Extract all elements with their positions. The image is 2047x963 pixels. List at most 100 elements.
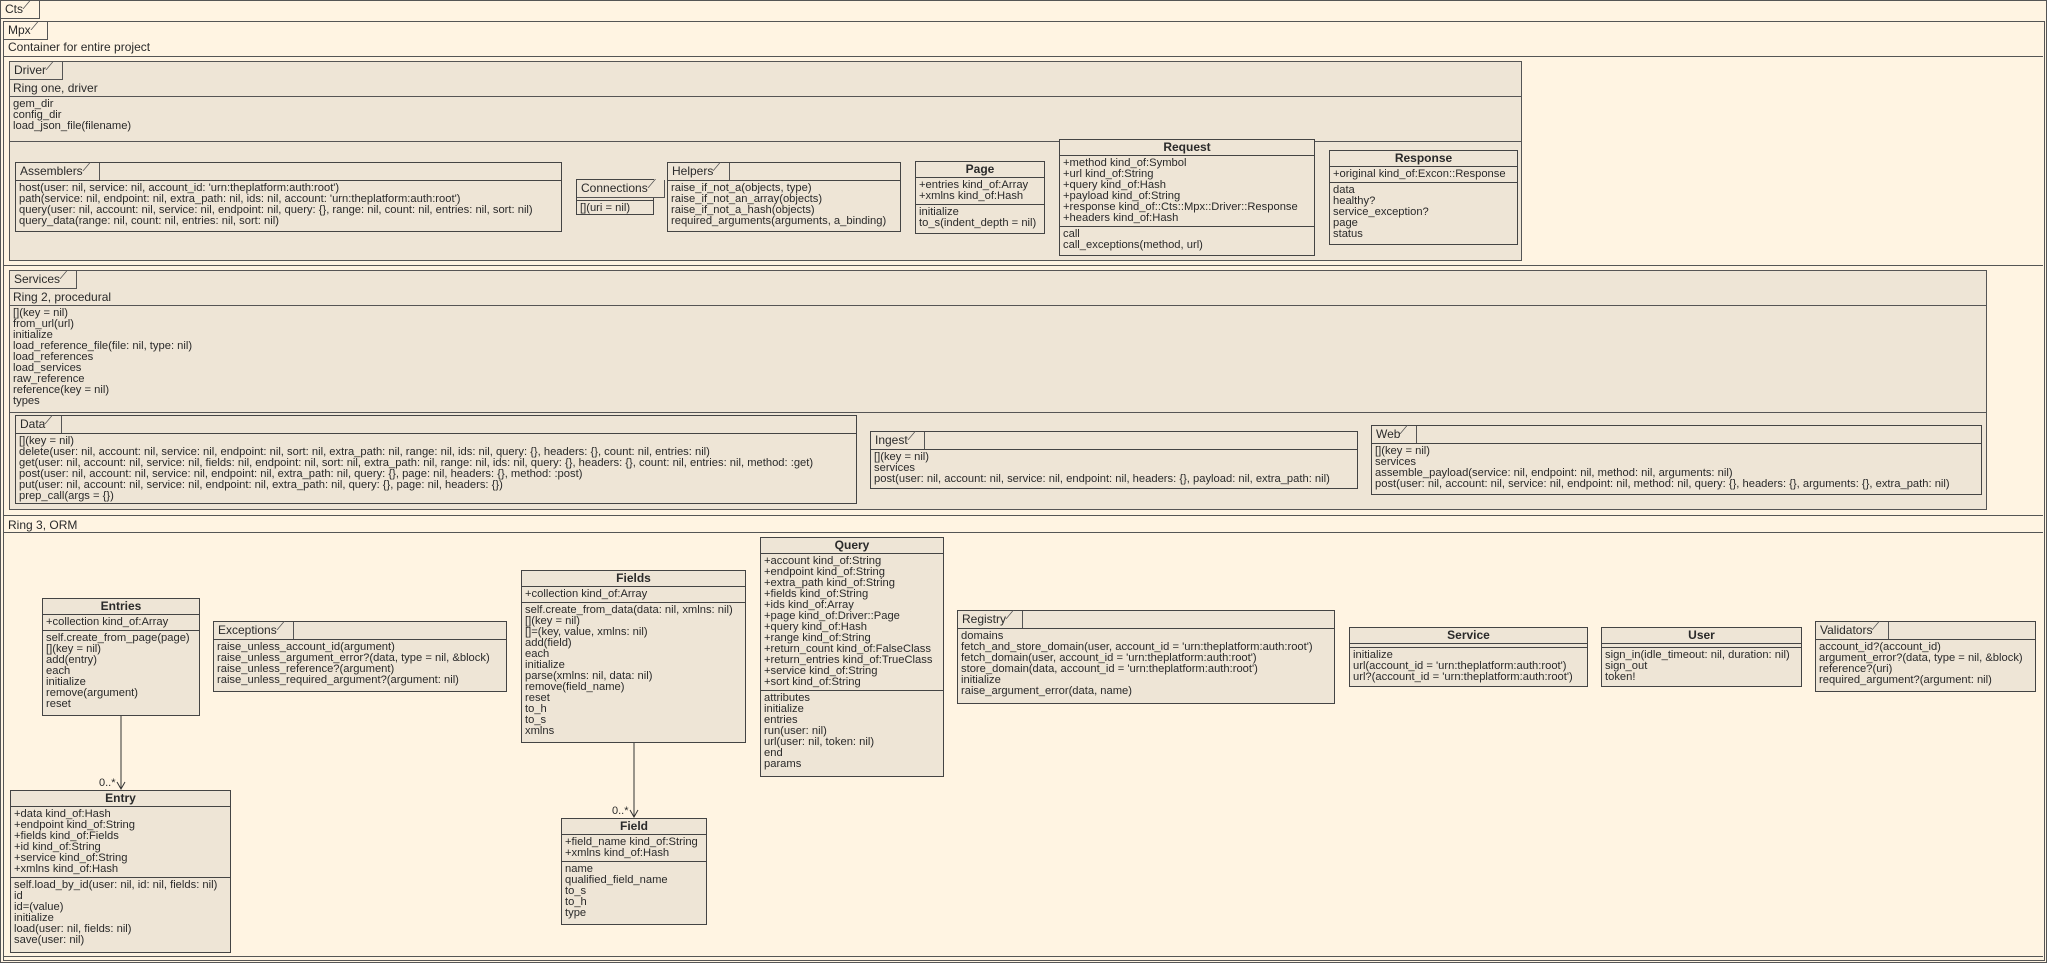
mpx-package-label: Mpx [4,22,48,40]
fields-method: to_h [525,703,547,715]
services-method: load_services [13,362,82,374]
registry-label: Registry [958,611,1024,629]
request-attribute: +headers kind_of:Hash [1063,212,1179,224]
entries-class-title: Entries [43,599,199,615]
response-method: service_exception? [1333,206,1429,218]
services-description: Ring 2, procedural [13,290,112,304]
assemblers-module: Assemblers host(user: nil, service: nil,… [15,162,562,232]
driver-method: config_dir [13,109,62,121]
page-class-title: Page [916,162,1044,178]
connections-module: Connections [](uri = nil) [576,179,665,216]
request-attributes: +method kind_of:Symbol +url kind_of:Stri… [1060,156,1314,226]
field-method: type [565,907,587,919]
fields-method: to_s [525,714,547,726]
assemblers-method: query_data(range: nil, count: nil, entri… [19,215,279,227]
query-method: url(user: nil, token: nil) [764,736,875,748]
bottom-divider [4,956,2043,957]
helpers-methods: raise_if_not_a(objects, type) raise_if_n… [668,180,900,229]
services-method: reference(key = nil) [13,384,110,396]
driver-package-label: Driver [10,62,63,80]
field-methods: name qualified_field_name to_s to_h type [562,861,706,921]
entries-method: reset [46,698,71,710]
user-class: User sign_in(idle_timeout: nil, duration… [1601,627,1802,687]
data-method: prep_call(args = {}) [19,490,114,502]
services-package-label: Services [10,271,78,289]
validators-label: Validators [1816,622,1890,640]
web-method: post(user: nil, account: nil, service: n… [1375,478,1950,490]
fields-method: add(field) [525,637,572,649]
field-attributes: +field_name kind_of:String +xmlns kind_o… [562,835,706,861]
fields-attribute: +collection kind_of:Array [525,588,648,600]
connections-method: [](uri = nil) [580,202,631,214]
web-method: [](key = nil) [1375,445,1431,457]
services-method: [](key = nil) [13,307,69,319]
entry-method: self.load_by_id(user: nil, id: nil, fiel… [14,879,218,891]
services-method: raw_reference [13,373,85,385]
page-class: Page +entries kind_of:Array +xmlns kind_… [915,161,1045,234]
response-attribute: +original kind_of:Excon::Response [1333,168,1506,180]
exceptions-label: Exceptions [214,622,294,640]
response-method: status [1333,228,1363,240]
data-methods: [](key = nil) delete(user: nil, account:… [16,433,856,504]
driver-method: load_json_file(filename) [13,120,132,132]
exceptions-methods: raise_unless_account_id(argument) raise_… [214,639,506,688]
user-method: token! [1605,671,1636,683]
services-method: load_references [13,351,94,363]
connections-methods: [](uri = nil) [577,200,653,216]
driver-description: Ring one, driver [13,81,98,95]
query-attributes: +account kind_of:String +endpoint kind_o… [761,554,943,690]
services-method: from_url(url) [13,318,74,330]
fields-method: reset [525,692,550,704]
fields-attributes: +collection kind_of:Array [522,587,745,602]
response-class: Response +original kind_of:Excon::Respon… [1329,150,1518,245]
entry-class: Entry +data kind_of:Hash +endpoint kind_… [10,790,231,953]
ingest-method: [](key = nil) [874,451,930,463]
entry-attributes: +data kind_of:Hash +endpoint kind_of:Str… [11,807,230,877]
web-methods: [](key = nil) services assemble_payload(… [1372,443,1981,492]
services-method: initialize [13,329,53,341]
services-methods: [](key = nil) from_url(url) initialize l… [10,305,1986,413]
user-methods: sign_in(idle_timeout: nil, duration: nil… [1602,647,1801,685]
ingest-label: Ingest [871,432,925,450]
registry-method: raise_argument_error(data, name) [961,685,1133,697]
query-method: params [764,758,802,770]
ingest-method: post(user: nil, account: nil, service: n… [874,473,1330,485]
driver-methods: gem_dir config_dir load_json_file(filena… [10,96,1521,142]
data-label: Data [16,416,63,434]
helpers-label: Helpers [668,163,731,181]
services-method: types [13,395,40,407]
page-method: to_s(indent_depth = nil) [919,217,1037,229]
ring3-label: Ring 3, ORM [8,518,78,532]
entries-entry-multiplicity: 0..* [99,777,116,789]
page-methods: initialize to_s(indent_depth = nil) [916,204,1044,231]
web-label: Web [1372,426,1418,444]
services-method: load_reference_file(file: nil, type: nil… [13,340,193,352]
fields-class: Fields +collection kind_of:Array self.cr… [521,570,746,743]
entries-attributes: +collection kind_of:Array [43,615,199,630]
data-module: Data [](key = nil) delete(user: nil, acc… [15,415,857,504]
entries-class: Entries +collection kind_of:Array self.c… [42,598,200,716]
helpers-module: Helpers raise_if_not_a(objects, type) ra… [667,162,901,232]
connections-label: Connections [577,180,665,198]
ingest-module: Ingest [](key = nil) services post(user:… [870,431,1358,489]
validators-method: required_argument?(argument: nil) [1819,674,1992,686]
fields-methods: self.create_from_data(data: nil, xmlns: … [522,602,745,739]
request-class-title: Request [1060,140,1314,156]
request-class: Request +method kind_of:Symbol +url kind… [1059,139,1315,256]
cts-package-label: Cts [1,1,40,19]
field-class: Field +field_name kind_of:String +xmlns … [561,818,707,925]
fields-method: remove(field_name) [525,681,625,693]
ring3-divider [4,515,2043,516]
entry-method: save(user: nil) [14,934,85,946]
service-method: url?(account_id = 'urn:theplatform:auth:… [1353,671,1573,683]
query-class-title: Query [761,538,943,554]
request-method: call_exceptions(method, url) [1063,239,1203,251]
fields-field-multiplicity: 0..* [612,805,629,817]
registry-module: Registry domains fetch_and_store_domain(… [957,610,1335,704]
service-methods: initialize url(account_id = 'urn:theplat… [1350,647,1587,685]
assemblers-label: Assemblers [16,163,100,181]
ring3-label-divider [4,532,2043,533]
validators-module: Validators account_id?(account_id) argum… [1815,621,2036,692]
service-class-title: Service [1350,628,1587,644]
registry-method: store_domain(data, account_id = 'urn:the… [961,663,1258,675]
